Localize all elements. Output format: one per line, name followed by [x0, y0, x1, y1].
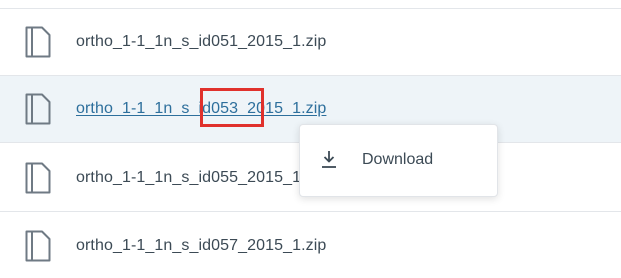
file-row[interactable]: ortho_1-1_1n_s_id051_2015_1.zip [0, 9, 621, 75]
context-menu: Download [299, 124, 498, 197]
file-icon [25, 162, 51, 194]
download-menu-item[interactable]: Download [300, 125, 497, 196]
file-name[interactable]: ortho_1-1_1n_s_id057_2015_1.zip [76, 237, 326, 255]
download-icon [322, 151, 336, 168]
file-icon [25, 93, 51, 125]
file-name-link[interactable]: ortho_1-1_1n_s_id053_2015_1.zip [76, 100, 326, 118]
file-list-view: ortho_1-1_1n_s_id051_2015_1.zip ortho_1-… [0, 0, 621, 278]
file-name[interactable]: ortho_1-1_1n_s_id051_2015_1.zip [76, 33, 326, 51]
file-icon [25, 230, 51, 262]
download-label: Download [362, 151, 434, 168]
file-row[interactable]: ortho_1-1_1n_s_id057_2015_1.zip [0, 212, 621, 278]
file-icon [25, 26, 51, 58]
file-name[interactable]: ortho_1-1_1n_s_id055_2015_1.zip [76, 169, 326, 187]
